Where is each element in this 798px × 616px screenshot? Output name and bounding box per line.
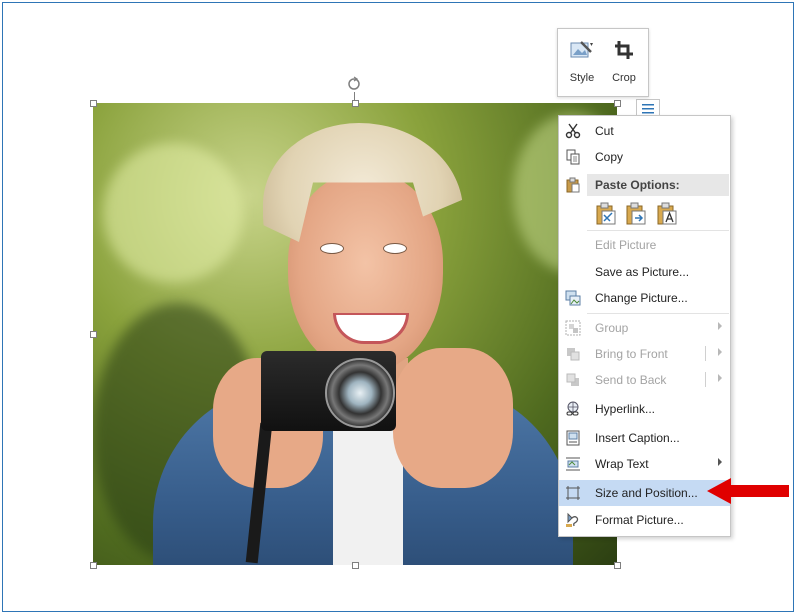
menu-item-label: Hyperlink... [595,402,656,416]
photo-eye [383,243,407,254]
paste-text-only-icon[interactable] [655,201,679,227]
menu-item-format-picture[interactable]: Format Picture... [559,507,730,533]
menu-item-label: Change Picture... [595,291,688,305]
menu-item-change-picture[interactable]: Change Picture... [559,285,730,311]
resize-handle-top-left[interactable] [90,100,97,107]
menu-divider [587,230,729,231]
scissors-icon [565,123,581,139]
resize-handle-bottom-right[interactable] [614,562,621,569]
photo-bokeh [103,143,243,283]
crop-label: Crop [612,72,636,84]
menu-item-hyperlink[interactable]: Hyperlink... [559,396,730,422]
wrap-text-icon [566,457,580,471]
menu-item-group: Group [559,315,730,341]
resize-handle-top[interactable] [352,100,359,107]
clipboard-icon [566,177,580,193]
paste-keep-formatting-icon[interactable] [594,201,618,227]
paste-options-header: Paste Options: [587,174,729,196]
menu-item-label: Bring to Front [595,347,668,361]
crop-button[interactable]: Crop [604,35,644,90]
menu-item-label: Insert Caption... [595,431,680,445]
photo-camera-lens [325,358,395,428]
menu-item-edit-picture: Edit Picture [559,232,730,258]
paste-options-row [589,198,729,230]
menu-item-send-to-back: Send to Back [559,367,730,393]
submenu-arrow-icon [718,322,722,330]
menu-item-cut[interactable]: Cut [559,118,730,144]
style-button[interactable]: Style [562,35,602,90]
resize-handle-bottom-left[interactable] [90,562,97,569]
submenu-arrow-icon [718,348,722,356]
menu-item-label: Group [595,321,629,335]
submenu-arrow-icon [718,458,722,466]
resize-handle-left[interactable] [90,331,97,338]
menu-item-copy[interactable]: Copy [559,144,730,170]
copy-icon [566,149,580,165]
picture-style-icon [570,41,593,58]
crop-icon [615,41,633,59]
menu-divider [587,313,729,314]
menu-item-label: Edit Picture [595,238,657,252]
size-position-icon [566,486,580,500]
photo-hand [393,348,513,488]
resize-handle-top-right[interactable] [614,100,621,107]
style-label: Style [569,72,595,84]
rotate-handle-icon[interactable] [345,75,363,93]
resize-handle-bottom[interactable] [352,562,359,569]
mini-toolbar: Style Crop [557,28,649,97]
annotation-arrow-icon [707,478,789,504]
menu-item-label: Send to Back [595,373,667,387]
bring-to-front-icon [567,348,580,361]
menu-item-bring-to-front: Bring to Front [559,341,730,367]
send-to-back-icon [566,373,579,386]
menu-item-wrap-text[interactable]: Wrap Text [559,451,730,477]
menu-item-label: Wrap Text [595,457,649,471]
menu-item-label: Copy [595,150,624,164]
menu-item-size-and-position[interactable]: Size and Position... [559,480,730,506]
menu-item-label: Save as Picture... [595,265,690,279]
menu-item-label: Format Picture... [595,513,684,527]
caption-icon [566,430,580,446]
hyperlink-icon [566,401,579,416]
group-icon [565,320,581,336]
paste-picture-icon[interactable] [624,201,648,227]
format-picture-icon [566,512,579,527]
menu-item-label: Cut [595,124,614,138]
photo-eye [320,243,344,254]
paste-options-label: Paste Options: [595,178,680,192]
menu-item-label: Size and Position... [595,486,698,500]
menu-item-save-as-picture[interactable]: Save as Picture... [559,259,730,285]
context-menu: Cut Copy Paste Options: Edit Picture Sav… [558,115,731,537]
menu-item-insert-caption[interactable]: Insert Caption... [559,425,730,451]
split-separator [705,372,706,387]
split-separator [705,346,706,361]
change-picture-icon [565,290,581,306]
selected-picture[interactable] [93,103,617,565]
submenu-arrow-icon [718,374,722,382]
